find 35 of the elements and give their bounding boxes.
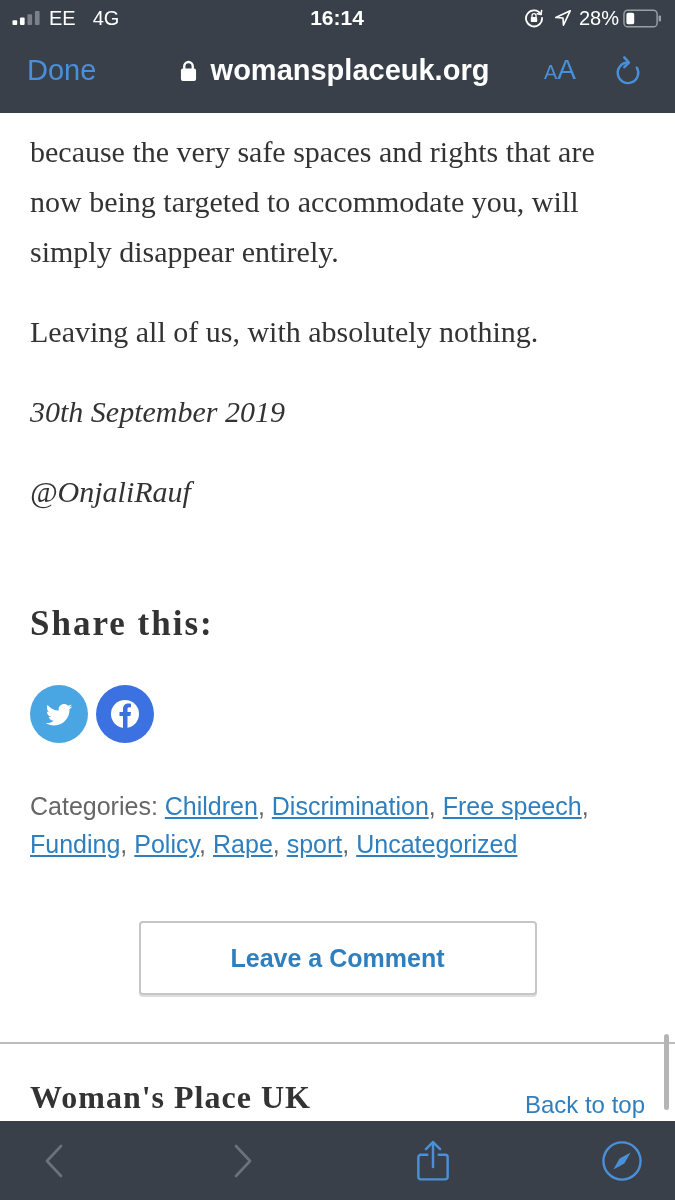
network-type-text: 4G (92, 6, 120, 30)
category-link[interactable]: Discrimination (271, 792, 429, 820)
text-size-button[interactable]: AA (543, 54, 576, 86)
article-paragraph: because the very safe spaces and rights that are now being targeted to accommodate you, will simply disappear entirely. (30, 134, 596, 270)
battery-icon (623, 8, 662, 28)
share-heading: Share this: (30, 603, 215, 645)
category-link[interactable]: Funding (30, 830, 121, 858)
categories-line: Categories: Children, Discrimination, Free speech, Funding, Policy, Rape, sport, Uncategorized (30, 791, 590, 860)
location-arrow-icon (553, 9, 572, 27)
category-link[interactable]: Policy (134, 830, 200, 858)
chevron-right-icon (233, 1143, 254, 1178)
signal-icon (12, 11, 41, 25)
back-to-top-link[interactable]: Back to top (524, 1091, 645, 1119)
date-text: 30th September 2019 (30, 394, 286, 430)
chevron-left-icon (44, 1143, 64, 1178)
category-link[interactable]: Uncategorized (356, 830, 518, 858)
author-handle: @OnjaliRauf (30, 467, 645, 517)
compass-icon (602, 1140, 642, 1181)
clock-time: 16:14 (310, 6, 364, 30)
url-text: womansplaceuk.org (210, 53, 490, 87)
reload-icon[interactable] (614, 54, 642, 86)
share-icon (415, 1139, 450, 1182)
category-link[interactable]: Children (164, 792, 258, 820)
twitter-icon[interactable] (30, 685, 88, 743)
category-link[interactable]: Free speech (442, 792, 582, 820)
carrier-text: EE (49, 6, 76, 30)
facebook-icon[interactable] (96, 685, 154, 743)
category-link[interactable]: Rape (213, 830, 273, 858)
site-title: Woman's Place UK (30, 1078, 311, 1117)
article-paragraph: Leaving all of us, with absolutely nothing. (30, 314, 540, 350)
leave-comment-button[interactable]: Leave a Comment (138, 921, 537, 995)
battery-percent: 28% (578, 6, 619, 30)
done-button[interactable]: Done (27, 53, 97, 87)
category-link[interactable]: sport (286, 830, 343, 858)
rotation-lock-icon (523, 8, 544, 28)
